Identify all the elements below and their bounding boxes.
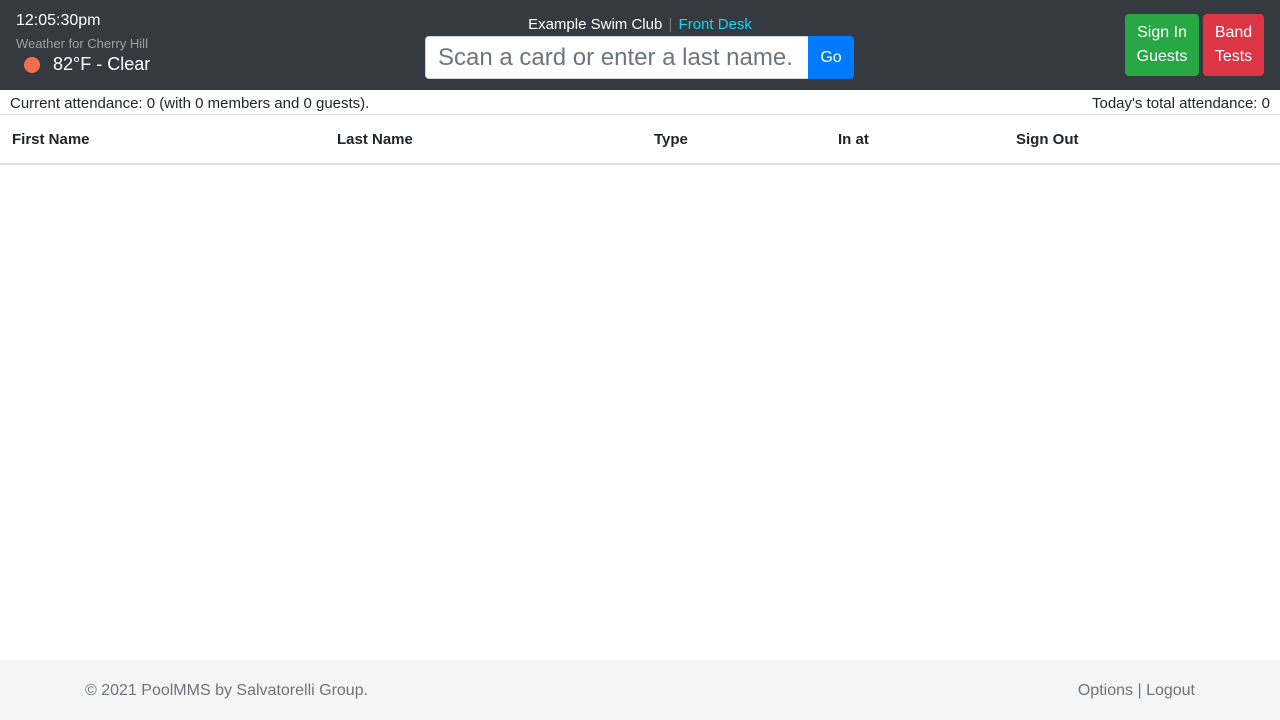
top-navbar: 12:05:30pm Weather for Cherry Hill 82°F …	[0, 0, 1280, 90]
search-input[interactable]	[425, 36, 808, 79]
band-tests-label-2: Tests	[1214, 48, 1253, 65]
weather-text: 82°F - Clear	[53, 54, 151, 74]
weather-title: Weather for Cherry Hill	[16, 36, 148, 51]
column-last-name: Last Name	[325, 115, 642, 165]
column-sign-out: Sign Out	[1004, 115, 1280, 165]
footer-divider: |	[1137, 682, 1142, 699]
club-section: Front Desk	[678, 16, 752, 33]
title-separator: |	[668, 16, 673, 33]
copyright-text: © 2021 PoolMMS by Salvatorelli Group.	[85, 682, 369, 699]
band-tests-button[interactable]: Band Tests	[1203, 14, 1264, 76]
sign-in-guests-label-2: Guests	[1136, 48, 1188, 65]
club-title: Example Swim Club | Front Desk	[0, 16, 1280, 33]
club-name: Example Swim Club	[528, 16, 663, 33]
total-attendance: Today's total attendance: 0	[1092, 95, 1270, 112]
current-attendance: Current attendance: 0 (with 0 members an…	[10, 95, 370, 112]
options-link[interactable]: Options	[1078, 682, 1133, 699]
footer: © 2021 PoolMMS by Salvatorelli Group. Op…	[0, 660, 1280, 720]
attendance-bar: Current attendance: 0 (with 0 members an…	[0, 90, 1280, 115]
column-first-name: First Name	[0, 115, 325, 165]
sun-icon	[24, 56, 40, 73]
search-form: Go	[425, 36, 854, 79]
footer-links: Options | Logout	[1078, 682, 1195, 700]
sign-in-guests-button[interactable]: Sign In Guests	[1125, 14, 1199, 76]
weather-widget: 82°F - Clear	[24, 54, 150, 75]
band-tests-label-1: Band	[1214, 24, 1253, 41]
sign-in-guests-label-1: Sign In	[1137, 24, 1187, 41]
column-in-at: In at	[826, 115, 1004, 165]
column-type: Type	[642, 115, 826, 165]
go-button[interactable]: Go	[808, 36, 854, 79]
table-header-row: First Name Last Name Type In at Sign Out	[0, 115, 1280, 165]
attendance-table: First Name Last Name Type In at Sign Out	[0, 115, 1280, 165]
logout-link[interactable]: Logout	[1146, 682, 1195, 699]
